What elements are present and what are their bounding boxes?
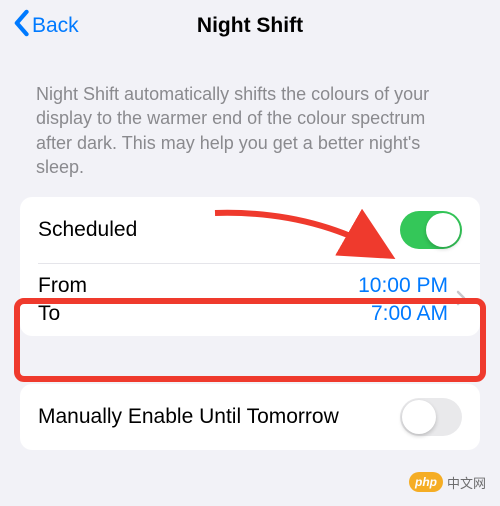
from-time: 10:00 PM xyxy=(358,274,448,298)
watermark-text: 中文网 xyxy=(447,473,486,492)
to-time: 7:00 AM xyxy=(371,302,448,326)
settings-group-manual: Manually Enable Until Tomorrow xyxy=(20,384,480,450)
manual-enable-label: Manually Enable Until Tomorrow xyxy=(38,405,400,429)
back-label: Back xyxy=(32,14,79,38)
to-label: To xyxy=(38,302,358,326)
watermark-badge: php xyxy=(409,472,443,492)
chevron-left-icon xyxy=(12,9,30,43)
back-button[interactable]: Back xyxy=(12,9,79,43)
chevron-right-icon xyxy=(456,290,466,311)
settings-group-schedule: Scheduled From To 10:00 PM 7:00 AM xyxy=(20,197,480,336)
manual-enable-row: Manually Enable Until Tomorrow xyxy=(20,384,480,450)
scheduled-row: Scheduled xyxy=(20,197,480,263)
description-text: Night Shift automatically shifts the col… xyxy=(0,52,500,197)
manual-enable-toggle[interactable] xyxy=(400,398,462,436)
scheduled-label: Scheduled xyxy=(38,218,400,242)
scheduled-toggle[interactable] xyxy=(400,211,462,249)
watermark: php 中文网 xyxy=(409,472,486,492)
toggle-knob xyxy=(402,400,436,434)
toggle-knob xyxy=(426,213,460,247)
from-label: From xyxy=(38,274,358,298)
schedule-time-row[interactable]: From To 10:00 PM 7:00 AM xyxy=(20,264,480,336)
